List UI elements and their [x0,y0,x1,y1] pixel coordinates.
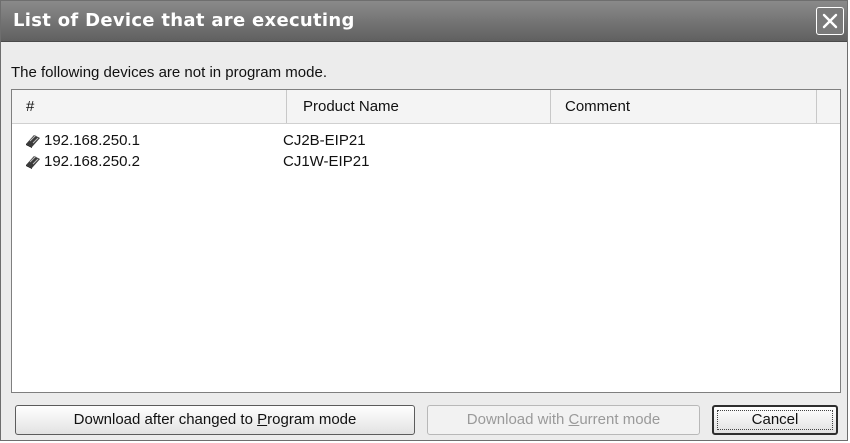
download-current-accelerator: C [568,411,580,428]
list-rows: 192.168.250.1 CJ2B-EIP21 192.168.250.2 C… [12,130,840,172]
device-address: 192.168.250.1 [44,132,140,149]
list-header: # Product Name Comment [12,90,840,124]
dialog-window: List of Device that are executing The fo… [0,0,848,441]
column-header-number[interactable]: # [12,90,287,123]
focus-rectangle [717,410,833,430]
column-header-comment[interactable]: Comment [551,90,817,123]
status-message: The following devices are not in program… [11,64,327,81]
download-program-label-end: rogram mode [267,411,357,428]
title-bar[interactable]: List of Device that are executing [1,1,847,42]
download-program-label-start: Download after changed to [73,411,258,428]
list-item[interactable]: 192.168.250.2 CJ1W-EIP21 [12,151,840,172]
download-current-mode-button: Download with Current mode [427,405,700,435]
device-product-name: CJ1W-EIP21 [283,153,370,170]
close-button[interactable] [816,7,844,35]
download-current-label-start: Download with [466,411,569,428]
device-icon [26,155,40,169]
download-current-label-end: urrent mode [579,411,661,428]
window-title: List of Device that are executing [13,10,355,31]
list-item[interactable]: 192.168.250.1 CJ2B-EIP21 [12,130,840,151]
device-list[interactable]: # Product Name Comment 192.168.250.1 CJ2… [11,89,841,393]
download-program-accelerator: P [257,411,268,428]
download-program-mode-button[interactable]: Download after changed to Program mode [15,405,415,435]
column-header-product-name[interactable]: Product Name [287,90,551,123]
device-product-name: CJ2B-EIP21 [283,132,366,149]
cancel-button[interactable]: Cancel [712,405,838,435]
device-icon [26,134,40,148]
device-address: 192.168.250.2 [44,153,140,170]
close-icon [822,13,838,29]
